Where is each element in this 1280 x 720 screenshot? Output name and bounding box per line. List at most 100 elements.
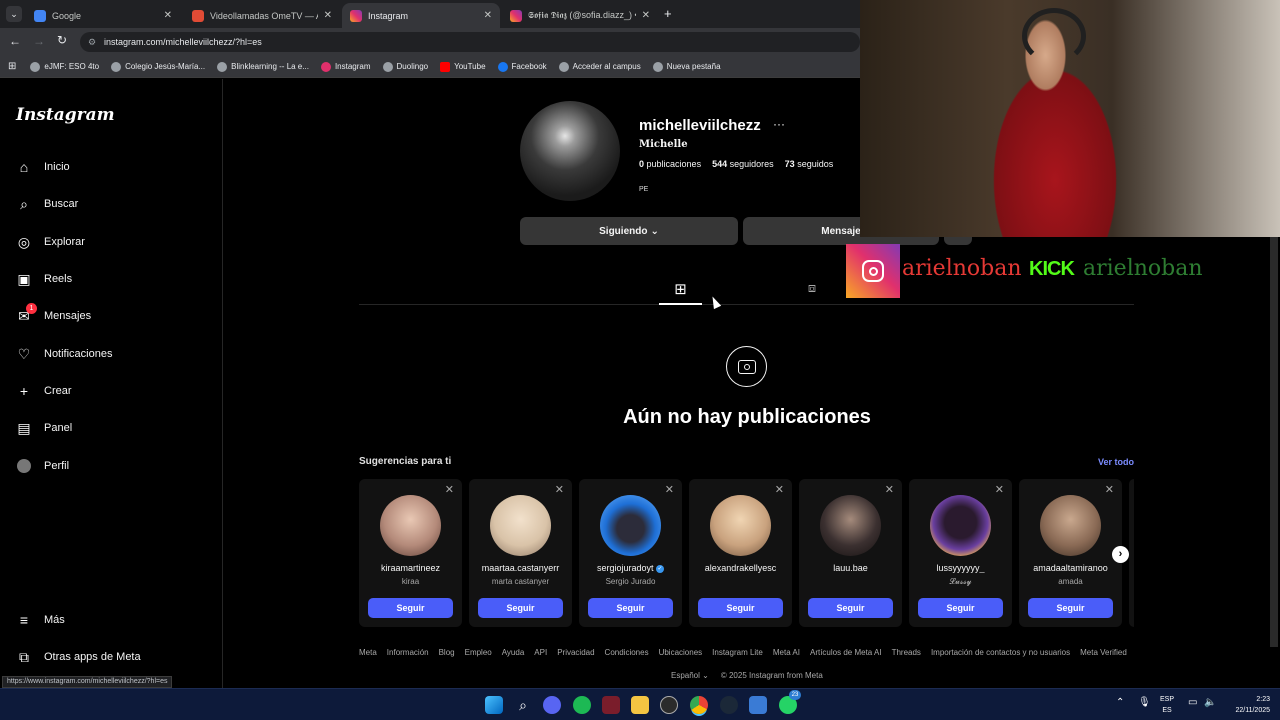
suggestion-card[interactable]: ✕ maartaa.castanyerr marta castanyer Seg… bbox=[469, 479, 572, 627]
bookmark[interactable]: Duolingo bbox=[382, 61, 428, 72]
suggestion-username[interactable]: kiraamartineez bbox=[359, 563, 462, 573]
following-button[interactable]: Siguiendo ⌄ bbox=[520, 217, 738, 245]
apps-grid-icon[interactable]: ⊞ bbox=[8, 61, 16, 72]
site-info-icon[interactable]: ⚙ bbox=[88, 32, 96, 52]
footer-link[interactable]: Artículos de Meta AI bbox=[810, 648, 882, 657]
suggestion-username[interactable]: lauu.bae bbox=[799, 563, 902, 573]
chrome-icon[interactable] bbox=[690, 696, 708, 714]
close-icon[interactable]: ✕ bbox=[642, 10, 650, 21]
suggestion-avatar[interactable] bbox=[820, 495, 881, 556]
close-icon[interactable]: ✕ bbox=[164, 10, 172, 21]
sidebar-item-panel[interactable]: ▤ Panel bbox=[16, 420, 72, 436]
bookmark[interactable]: Acceder al campus bbox=[558, 61, 641, 72]
file-explorer-icon[interactable] bbox=[631, 696, 649, 714]
suggestion-avatar[interactable] bbox=[380, 495, 441, 556]
language-select[interactable]: Español ⌄ bbox=[671, 671, 709, 680]
reload-icon[interactable]: ↻ bbox=[57, 33, 67, 47]
footer-link[interactable]: Meta Verified bbox=[1080, 648, 1127, 657]
address-bar[interactable]: ⚙ instagram.com/michelleviilchezz/?hl=es bbox=[80, 32, 860, 52]
profile-avatar[interactable] bbox=[520, 101, 620, 201]
suggestion-avatar[interactable] bbox=[930, 495, 991, 556]
followers-stat[interactable]: 544 seguidores bbox=[712, 159, 774, 169]
suggestion-card[interactable]: ✕ amadaaltamiranoo amada Seguir bbox=[1019, 479, 1122, 627]
dismiss-icon[interactable]: ✕ bbox=[775, 483, 784, 496]
suggestion-username[interactable]: alexandrakellyesc bbox=[689, 563, 792, 573]
options-ellipsis-icon[interactable]: ··· bbox=[773, 117, 785, 131]
sidebar-item-perfil[interactable]: Perfil bbox=[16, 458, 69, 474]
close-icon[interactable]: ✕ bbox=[324, 10, 332, 21]
next-arrow-button[interactable]: › bbox=[1112, 546, 1129, 563]
discord-icon[interactable] bbox=[543, 696, 561, 714]
suggestion-card[interactable]: ✕ alexandrakellyesc Seguir bbox=[689, 479, 792, 627]
tab-posts-grid[interactable]: ⊞ bbox=[659, 280, 702, 305]
footer-link[interactable]: API bbox=[534, 648, 547, 657]
language-indicator[interactable]: ESP ES bbox=[1160, 694, 1174, 716]
sidebar-item-explorar[interactable]: ◎ Explorar bbox=[16, 234, 85, 250]
bookmark[interactable]: Facebook bbox=[497, 61, 547, 72]
browser-tab-sofia[interactable]: 𝕾𝖔𝖋𝖎𝖆 𝕯𝖎𝖆𝖟 (@sofia.diazz_) • F ✕ bbox=[502, 3, 658, 28]
footer-link[interactable]: Blog bbox=[439, 648, 455, 657]
sidebar-item-buscar[interactable]: ⌕ Buscar bbox=[16, 196, 78, 212]
suggestion-avatar[interactable] bbox=[490, 495, 551, 556]
suggestion-avatar[interactable] bbox=[1040, 495, 1101, 556]
following-stat[interactable]: 73 seguidos bbox=[785, 159, 834, 169]
suggestion-card[interactable]: ✕ lussyyyyyy_ 𝓛𝓾𝓼𝓼𝔂 Seguir bbox=[909, 479, 1012, 627]
sidebar-item-meta-apps[interactable]: ⧉ Otras apps de Meta bbox=[16, 649, 141, 665]
footer-link[interactable]: Importación de contactos y no usuarios bbox=[931, 648, 1070, 657]
remote-desktop-icon[interactable] bbox=[749, 696, 767, 714]
scrollbar[interactable] bbox=[1270, 237, 1278, 647]
instagram-logo[interactable]: Instagram bbox=[16, 105, 115, 125]
footer-link[interactable]: Meta AI bbox=[773, 648, 800, 657]
app-icon[interactable] bbox=[602, 696, 620, 714]
footer-link[interactable]: Empleo bbox=[465, 648, 492, 657]
follow-button[interactable]: Seguir bbox=[588, 598, 673, 618]
sidebar-item-mensajes[interactable]: ✉ 1 Mensajes bbox=[16, 303, 91, 324]
whatsapp-icon[interactable]: 23 bbox=[779, 690, 801, 714]
sidebar-item-inicio[interactable]: ⌂ Inicio bbox=[16, 159, 70, 175]
obs-icon[interactable] bbox=[660, 696, 678, 714]
sidebar-item-notificaciones[interactable]: ♡ Notificaciones bbox=[16, 346, 113, 362]
clock[interactable]: 2:23 22/11/2025 bbox=[1222, 694, 1270, 716]
bookmark[interactable]: eJMF: ESO 4to bbox=[30, 61, 99, 72]
follow-button[interactable]: Seguir bbox=[478, 598, 563, 618]
bookmark[interactable]: Nueva pestaña bbox=[652, 61, 721, 72]
search-icon[interactable]: ⌕ bbox=[514, 696, 532, 714]
network-icon[interactable]: ▭ bbox=[1188, 697, 1197, 708]
footer-link[interactable]: Ayuda bbox=[502, 648, 525, 657]
dismiss-icon[interactable]: ✕ bbox=[665, 483, 674, 496]
sidebar-item-reels[interactable]: ▣ Reels bbox=[16, 271, 72, 287]
sidebar-item-crear[interactable]: + Crear bbox=[16, 383, 72, 399]
dismiss-icon[interactable]: ✕ bbox=[995, 483, 1004, 496]
see-all-link[interactable]: Ver todo bbox=[1098, 457, 1134, 467]
browser-tab-google[interactable]: Google ✕ bbox=[26, 3, 180, 28]
tab-search-button[interactable]: ⌄ bbox=[6, 6, 22, 22]
windows-start-icon[interactable] bbox=[485, 696, 503, 714]
suggestion-card[interactable]: ✕ lauu.bae Seguir bbox=[799, 479, 902, 627]
back-arrow-icon[interactable]: ← bbox=[9, 34, 21, 48]
microphone-icon[interactable]: 🎙 bbox=[1138, 697, 1151, 708]
footer-link[interactable]: Condiciones bbox=[605, 648, 649, 657]
footer-link[interactable]: Privacidad bbox=[557, 648, 594, 657]
footer-link[interactable]: Threads bbox=[892, 648, 921, 657]
sidebar-item-mas[interactable]: ≡ Más bbox=[16, 612, 65, 628]
bookmark[interactable]: YouTube bbox=[440, 61, 486, 72]
spotify-icon[interactable] bbox=[573, 696, 591, 714]
suggestion-card[interactable]: ✕ kiraamartineez kiraa Seguir bbox=[359, 479, 462, 627]
chevron-up-icon[interactable]: ⌃ bbox=[1116, 697, 1124, 708]
browser-tab-instagram[interactable]: Instagram ✕ bbox=[342, 3, 500, 28]
footer-link[interactable]: Meta bbox=[359, 648, 377, 657]
footer-link[interactable]: Información bbox=[387, 648, 429, 657]
suggestion-avatar[interactable] bbox=[710, 495, 771, 556]
dismiss-icon[interactable]: ✕ bbox=[1105, 483, 1114, 496]
forward-arrow-icon[interactable]: → bbox=[33, 34, 45, 48]
steam-icon[interactable] bbox=[720, 696, 738, 714]
dismiss-icon[interactable]: ✕ bbox=[445, 483, 454, 496]
browser-tab-ometv[interactable]: Videollamadas OmeTV — Altern ✕ bbox=[184, 3, 340, 28]
follow-button[interactable]: Seguir bbox=[368, 598, 453, 618]
follow-button[interactable]: Seguir bbox=[1028, 598, 1113, 618]
follow-button[interactable]: Seguir bbox=[698, 598, 783, 618]
bookmark[interactable]: Colegio Jesús-María... bbox=[111, 61, 205, 72]
footer-link[interactable]: Ubicaciones bbox=[659, 648, 703, 657]
dismiss-icon[interactable]: ✕ bbox=[885, 483, 894, 496]
volume-icon[interactable]: 🔈 bbox=[1204, 697, 1216, 708]
